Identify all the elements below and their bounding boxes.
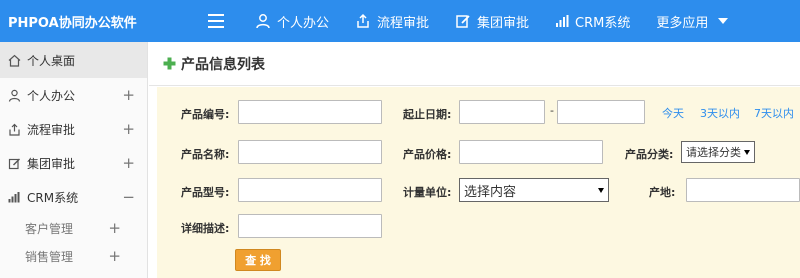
- collapse-icon[interactable]: −: [122, 188, 135, 206]
- description-input[interactable]: [238, 214, 382, 238]
- sidebar-item-label: 集团审批: [27, 156, 76, 171]
- expand-icon[interactable]: +: [122, 154, 135, 172]
- plus-icon: [163, 57, 176, 70]
- app-brand[interactable]: PHPOA协同办公软件: [0, 12, 150, 31]
- top-nav: 个人办公 流程审批 集团审批 CRM系统 更多应用: [255, 0, 754, 42]
- product-code-input[interactable]: [238, 100, 382, 124]
- topnav-item-label: CRM系统: [575, 15, 631, 31]
- main-content: 产品信息列表 产品编号: 起止日期: - 今天 3天以内 7天以内 产品名称: …: [149, 42, 800, 278]
- menu-toggle-icon[interactable]: [208, 14, 224, 28]
- unit-label: 计量单位:: [403, 186, 452, 199]
- topnav-item-workflow[interactable]: 流程审批: [355, 12, 429, 31]
- today-link[interactable]: 今天: [662, 105, 684, 121]
- category-selected-value: 请选择分类: [686, 146, 741, 159]
- start-date-input[interactable]: [459, 100, 545, 124]
- model-input[interactable]: [238, 178, 382, 202]
- expand-icon[interactable]: +: [108, 247, 121, 265]
- sidebar-item-group-approval[interactable]: 集团审批 +: [0, 146, 147, 180]
- search-form: 产品编号: 起止日期: - 今天 3天以内 7天以内 产品名称: 产品价格: 产…: [157, 87, 800, 278]
- origin-label: 产地:: [649, 186, 676, 199]
- person-icon: [7, 88, 21, 102]
- price-label: 产品价格:: [403, 148, 452, 161]
- sidebar-item-label: 个人桌面: [27, 53, 76, 68]
- expand-icon[interactable]: +: [122, 120, 135, 138]
- price-input[interactable]: [459, 140, 603, 164]
- unit-selected-value: 选择内容: [464, 184, 517, 200]
- category-label: 产品分类:: [625, 148, 674, 161]
- product-name-input[interactable]: [238, 140, 382, 164]
- sidebar-item-personal-office[interactable]: 个人办公 +: [0, 78, 147, 112]
- topnav-item-personal-office[interactable]: 个人办公: [255, 12, 329, 31]
- date-separator: -: [550, 104, 554, 117]
- topnav-more-label: 更多应用: [656, 15, 709, 31]
- sidebar-item-label: CRM系统: [27, 190, 79, 205]
- product-name-label: 产品名称:: [181, 148, 230, 161]
- model-label: 产品型号:: [181, 186, 230, 199]
- page-title: 产品信息列表: [181, 56, 265, 73]
- sidebar-subitem-label: 销售管理: [25, 249, 74, 264]
- unit-select[interactable]: 选择内容: [459, 178, 609, 202]
- sidebar-subitem-customer[interactable]: 客户管理 +: [0, 214, 147, 242]
- sidebar-item-desktop[interactable]: 个人桌面: [0, 42, 147, 78]
- topnav-item-group-approval[interactable]: 集团审批: [455, 12, 529, 31]
- topnav-item-label: 流程审批: [377, 15, 430, 31]
- description-label: 详细描述:: [181, 222, 230, 235]
- topnav-item-crm[interactable]: CRM系统: [555, 12, 630, 31]
- expand-icon[interactable]: +: [122, 86, 135, 104]
- chevron-down-icon: [598, 188, 604, 193]
- home-icon: [7, 53, 21, 67]
- end-date-input[interactable]: [557, 100, 645, 124]
- expand-icon[interactable]: +: [108, 219, 121, 237]
- sidebar-item-crm[interactable]: CRM系统 −: [0, 180, 147, 214]
- person-icon: [256, 14, 270, 29]
- sidebar: 个人桌面 个人办公 + 流程审批 + 集团审批 + CRM系统 − 客户管理 +…: [0, 42, 148, 278]
- topnav-item-label: 集团审批: [477, 15, 530, 31]
- sidebar-subitem-sales[interactable]: 销售管理 +: [0, 242, 147, 270]
- edit-icon: [7, 156, 21, 170]
- search-button[interactable]: 查 找: [235, 249, 281, 271]
- top-bar: PHPOA协同办公软件 个人办公 流程审批 集团审批 CRM系统 更多应用: [0, 0, 800, 42]
- seven-days-link[interactable]: 7天以内: [754, 105, 794, 121]
- sidebar-item-label: 个人办公: [27, 88, 76, 103]
- caret-down-icon: [718, 18, 729, 24]
- edit-icon: [456, 15, 470, 28]
- bar-chart-icon: [7, 190, 21, 204]
- workflow-icon: [357, 13, 369, 28]
- sidebar-subitem-label: 客户管理: [25, 221, 74, 236]
- origin-input[interactable]: [686, 178, 800, 202]
- sidebar-item-label: 流程审批: [27, 122, 76, 137]
- topnav-more-apps[interactable]: 更多应用: [656, 12, 729, 31]
- topnav-item-label: 个人办公: [277, 15, 330, 31]
- three-days-link[interactable]: 3天以内: [700, 105, 740, 121]
- product-code-label: 产品编号:: [181, 108, 230, 121]
- sidebar-item-workflow[interactable]: 流程审批 +: [0, 112, 147, 146]
- page-header: 产品信息列表: [149, 42, 800, 86]
- date-range-label: 起止日期:: [403, 108, 452, 121]
- workflow-icon: [7, 122, 21, 136]
- category-select[interactable]: 请选择分类: [681, 141, 755, 163]
- bar-chart-icon: [556, 15, 569, 27]
- chevron-down-icon: [744, 150, 750, 155]
